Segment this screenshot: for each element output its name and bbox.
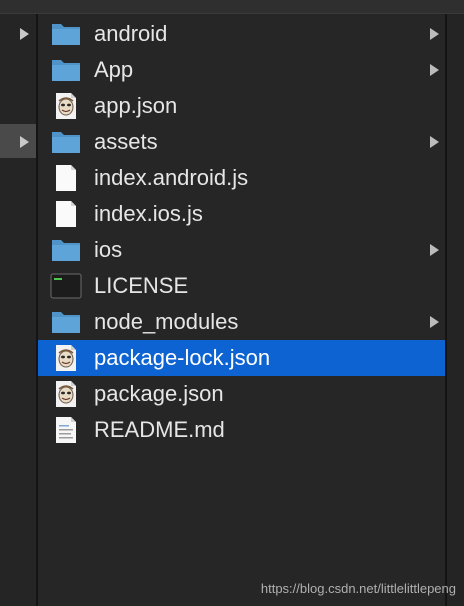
folder-icon (50, 236, 82, 264)
file-list: android App app.json assets index.android.js… (38, 14, 445, 606)
json-file-icon (50, 380, 82, 408)
file-name-label: assets (94, 129, 158, 154)
file-row[interactable]: package.json (38, 376, 445, 412)
file-name-label: index.ios.js (94, 201, 203, 226)
folder-icon (50, 56, 82, 84)
folder-icon (50, 20, 82, 48)
chevron-right-icon (430, 64, 439, 76)
file-name-label: README.md (94, 417, 225, 442)
file-name-label: android (94, 21, 168, 46)
text-file-icon (50, 416, 82, 444)
file-row[interactable]: assets (38, 124, 445, 160)
parent-row-selected[interactable] (0, 124, 36, 158)
window-top-edge (0, 0, 464, 14)
folder-icon (50, 128, 82, 156)
file-name-label: LICENSE (94, 273, 189, 298)
file-name-label: app.json (94, 93, 178, 118)
folder-icon (50, 308, 82, 336)
file-row[interactable]: README.md (38, 412, 445, 448)
file-row[interactable]: index.android.js (38, 160, 445, 196)
chevron-right-icon (430, 244, 439, 256)
next-column (447, 14, 464, 606)
file-row[interactable]: android (38, 16, 445, 52)
blank-file-icon (50, 200, 82, 228)
file-row[interactable]: node_modules (38, 304, 445, 340)
chevron-right-icon (430, 28, 439, 40)
file-row-selected[interactable]: package-lock.json (38, 340, 445, 376)
file-name-label: ios (94, 237, 123, 262)
json-file-icon (50, 92, 82, 120)
file-name-label: package.json (94, 381, 224, 406)
parent-row[interactable] (0, 16, 36, 50)
json-file-icon (50, 344, 82, 372)
watermark-text: https://blog.csdn.net/littlelittlepeng (260, 581, 456, 596)
file-row[interactable]: app.json (38, 88, 445, 124)
file-name-label: App (94, 57, 134, 82)
parent-column (0, 14, 36, 606)
file-row[interactable]: LICENSE (38, 268, 445, 304)
disclosure-arrow-icon (20, 28, 29, 40)
file-name-label: index.android.js (94, 165, 249, 190)
file-row[interactable]: App (38, 52, 445, 88)
chevron-right-icon (430, 136, 439, 148)
terminal-file-icon (50, 272, 82, 300)
file-row[interactable]: index.ios.js (38, 196, 445, 232)
blank-file-icon (50, 164, 82, 192)
file-row[interactable]: ios (38, 232, 445, 268)
disclosure-arrow-icon (20, 136, 29, 148)
chevron-right-icon (430, 316, 439, 328)
file-name-label: package-lock.json (94, 345, 271, 370)
file-name-label: node_modules (94, 309, 239, 334)
